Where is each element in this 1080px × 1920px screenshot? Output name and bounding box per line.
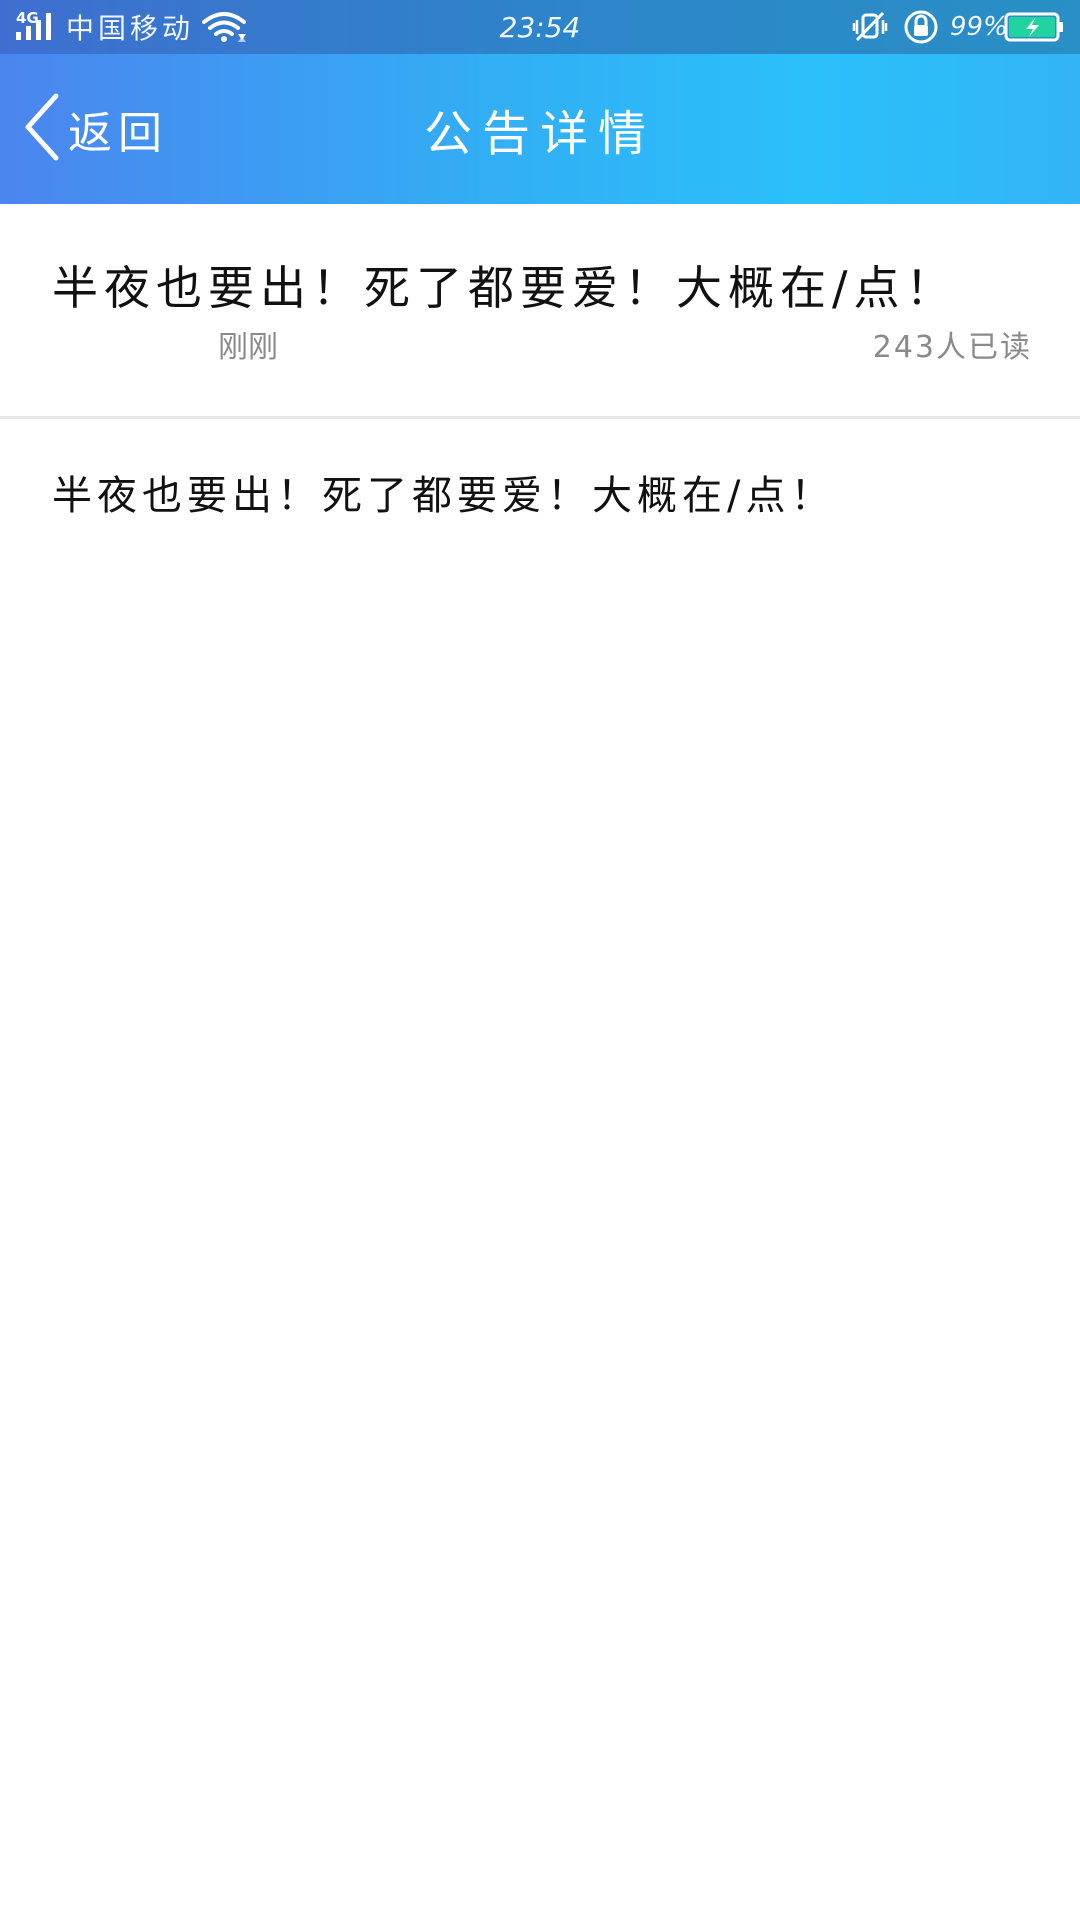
back-label: 返回	[68, 108, 168, 159]
status-bar: 4G 中国移动 23:54 99%	[0, 0, 1080, 54]
notice-body: 半夜也要出！死了都要爱！大概在/点！	[52, 473, 836, 519]
notice-read-count: 243人已读	[872, 330, 1032, 365]
notice-detail-screen: 4G 中国移动 23:54 99% 返回 公告详情 半夜也要出！死了都要爱！大概…	[0, 0, 1080, 1920]
notice-header: 半夜也要出！死了都要爱！大概在/点！ 刚刚 243人已读	[0, 204, 1080, 418]
divider	[0, 416, 1080, 419]
navigation-bar: 返回 公告详情	[0, 54, 1080, 204]
chevron-left-icon	[20, 92, 62, 166]
battery-percentage: 99%	[950, 12, 1008, 42]
back-button[interactable]: 返回	[20, 84, 168, 174]
rotation-lock-icon	[902, 0, 942, 54]
notice-time: 刚刚	[218, 330, 278, 365]
notice-title: 半夜也要出！死了都要爱！大概在/点！	[52, 261, 958, 315]
vibrate-off-icon	[852, 0, 892, 54]
battery-charging-icon	[1004, 0, 1066, 54]
